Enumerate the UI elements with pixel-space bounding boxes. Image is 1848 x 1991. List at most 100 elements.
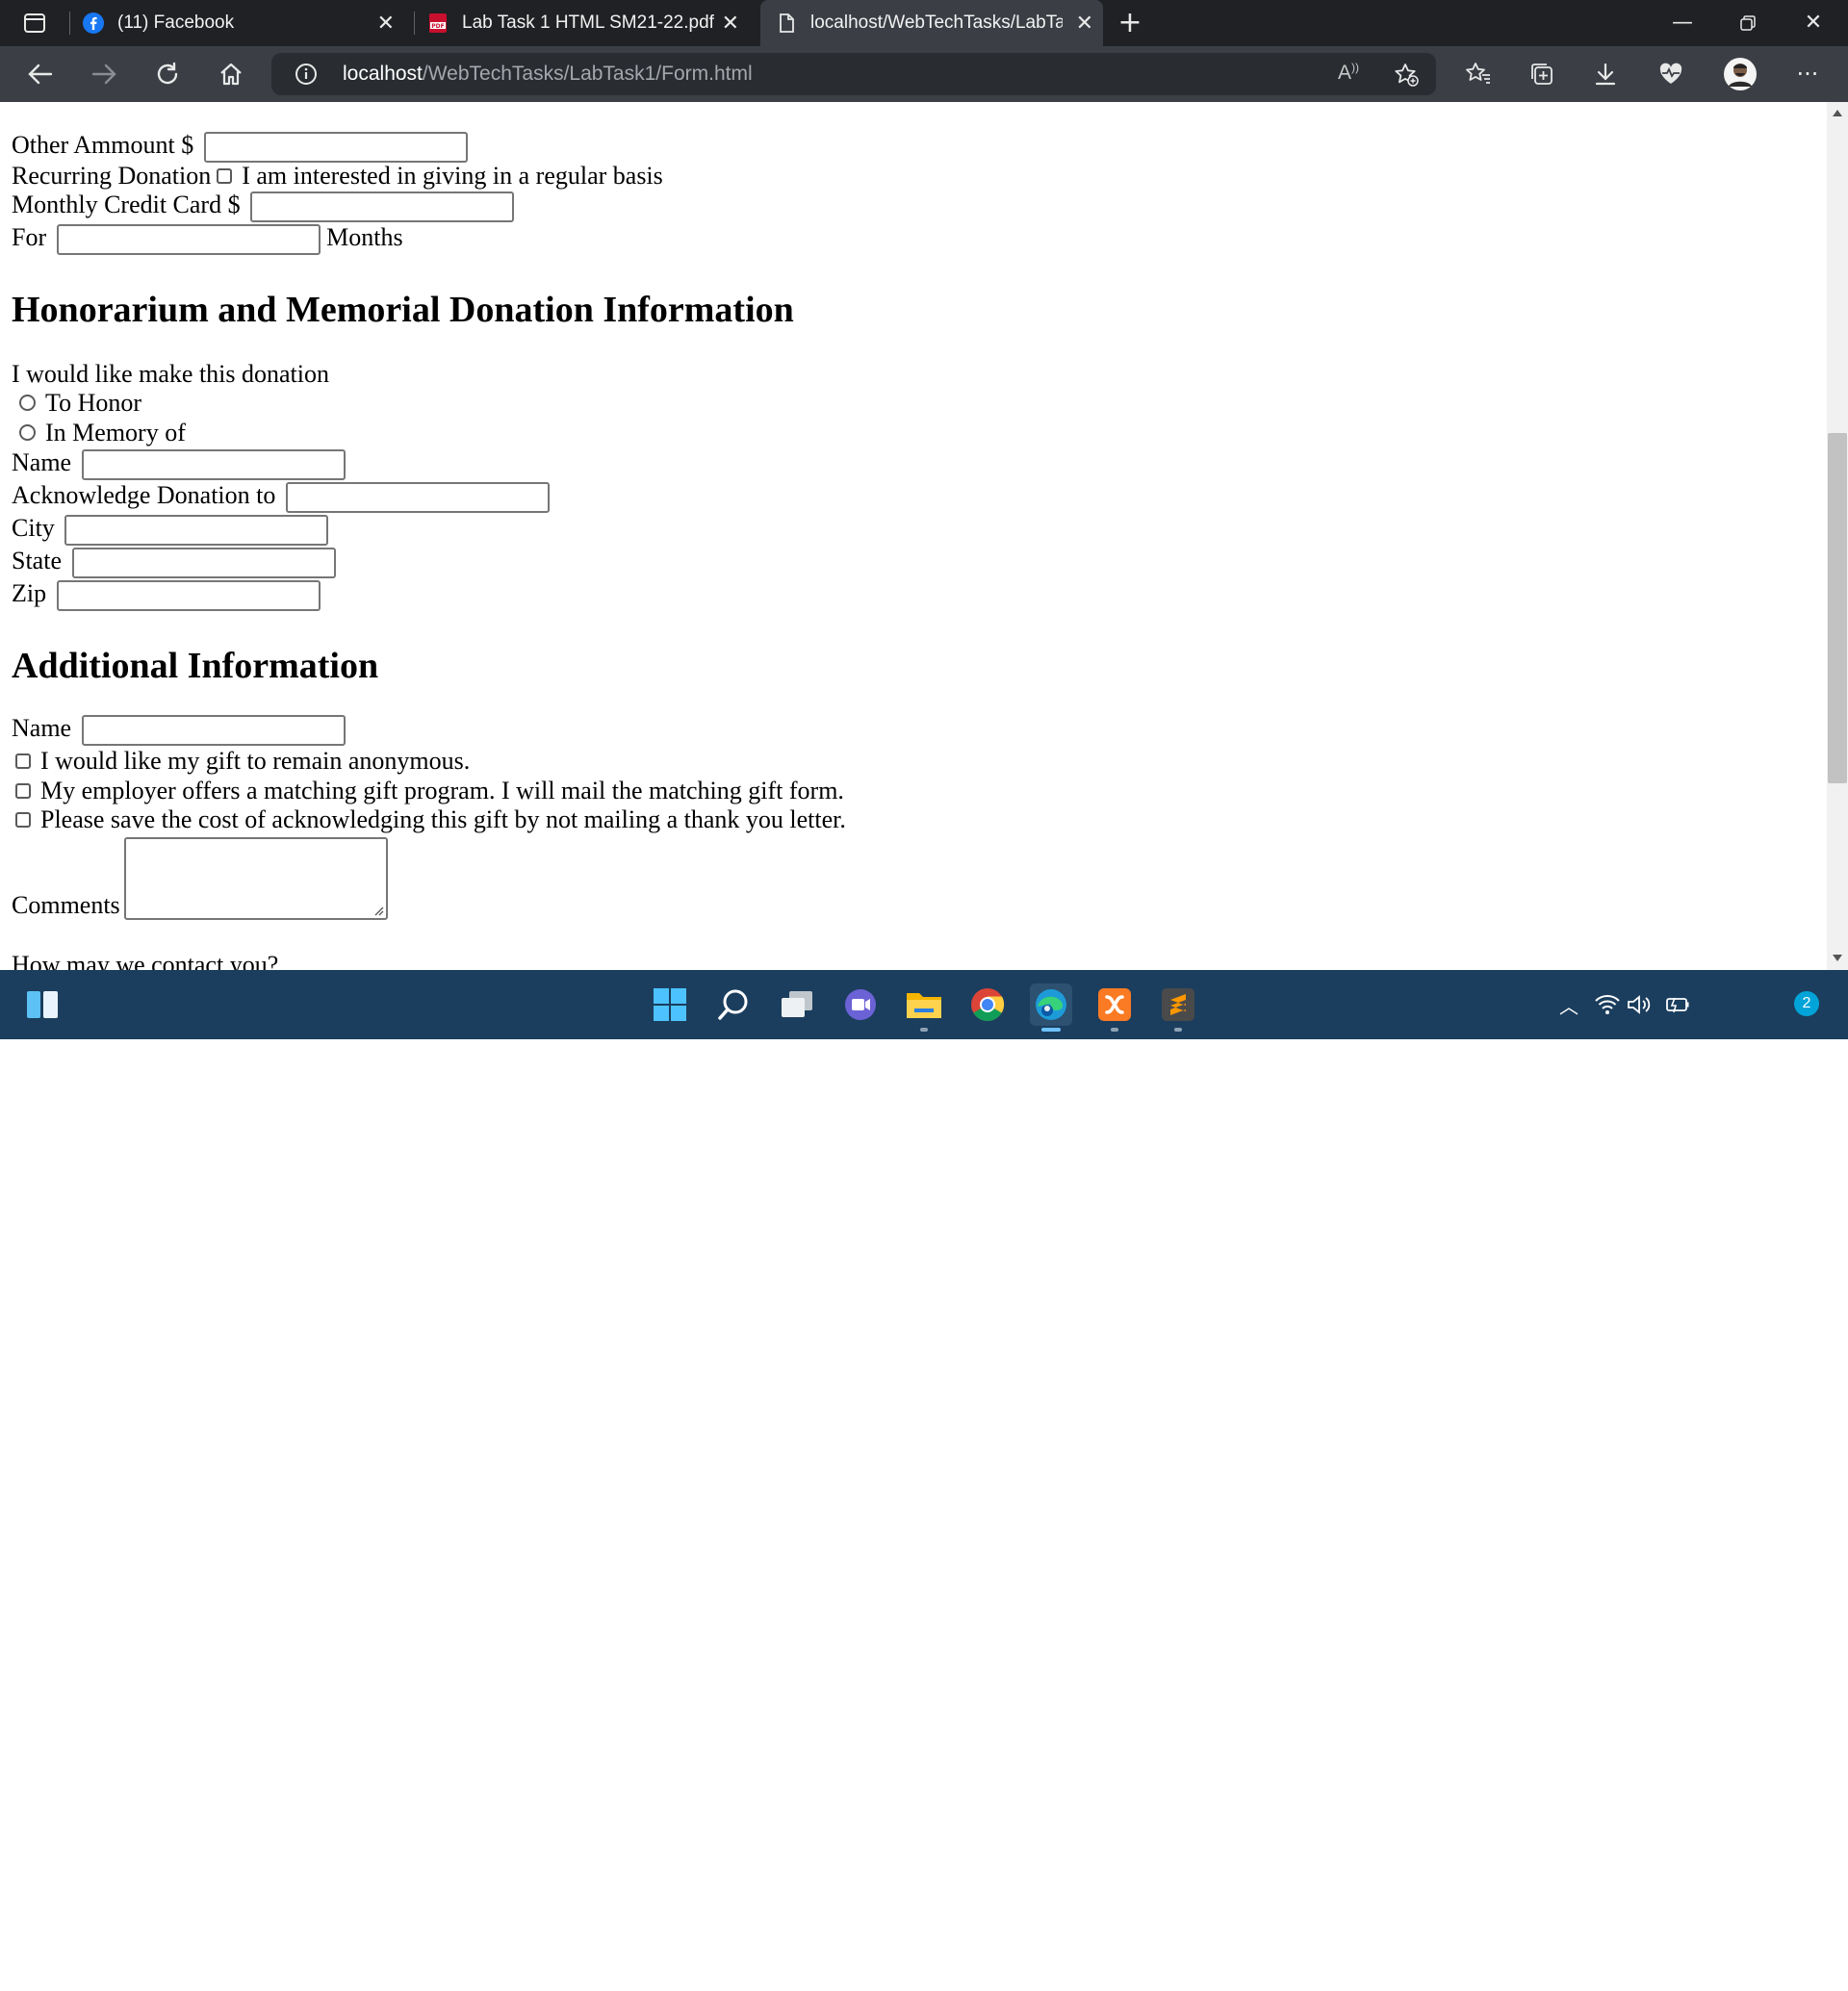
to-honor-row: To Honor (12, 389, 141, 418)
tab-bar: (11) Facebook ✕ PDF Lab Task 1 HTML SM21… (0, 0, 1848, 46)
site-info-icon[interactable] (295, 63, 318, 86)
minimize-icon[interactable]: — (1663, 8, 1702, 38)
months-input[interactable] (56, 224, 321, 256)
chrome-icon[interactable] (966, 983, 1009, 1026)
monthly-row: Monthly Credit Card $ (12, 191, 515, 223)
refresh-icon[interactable] (148, 57, 187, 91)
tab-title: localhost/WebTechTasks/LabTask (810, 13, 1063, 33)
tab-title: (11) Facebook (117, 13, 235, 33)
in-memory-label: In Memory of (45, 419, 186, 447)
comments-label: Comments (12, 891, 120, 919)
to-honor-radio[interactable] (19, 394, 36, 411)
honor-name-row: Name (12, 448, 346, 481)
comments-row: Comments (12, 837, 388, 920)
widgets-icon[interactable] (21, 983, 64, 1026)
additional-info-heading: Additional Information (12, 646, 379, 686)
tab-actions-icon[interactable] (15, 6, 54, 40)
close-tab-icon[interactable]: ✕ (377, 12, 395, 35)
running-indicator (1111, 1028, 1118, 1032)
honor-name-label: Name (12, 448, 72, 476)
comments-textarea[interactable] (123, 837, 388, 920)
downloads-icon[interactable] (1586, 57, 1625, 91)
for-label: For (12, 223, 47, 251)
task-view-icon[interactable] (776, 983, 818, 1026)
scroll-up-icon[interactable] (1833, 110, 1842, 116)
show-hidden-icons-icon[interactable]: ︿ (1548, 983, 1590, 1026)
tab-facebook[interactable]: (11) Facebook ✕ (83, 0, 404, 46)
monthly-amount-input[interactable] (250, 191, 515, 223)
navigation-bar: localhost/WebTechTasks/LabTask1/Form.htm… (0, 46, 1848, 103)
running-indicator (920, 1028, 928, 1032)
battery-icon[interactable] (1656, 983, 1698, 1026)
read-aloud-icon[interactable]: A)) (1338, 61, 1359, 85)
search-icon[interactable] (712, 983, 755, 1026)
file-explorer-icon[interactable] (903, 983, 945, 1026)
close-tab-icon[interactable]: ✕ (722, 12, 739, 35)
scroll-down-icon[interactable] (1833, 955, 1842, 961)
more-options-icon[interactable]: ··· (1788, 57, 1827, 91)
recurring-checkbox[interactable] (217, 168, 233, 185)
in-memory-row: In Memory of (12, 419, 186, 447)
additional-name-row: Name (12, 714, 346, 747)
pdf-icon: PDF (429, 13, 447, 33)
teams-chat-icon[interactable] (839, 983, 882, 1026)
url-text[interactable]: localhost/WebTechTasks/LabTask1/Form.htm… (343, 53, 753, 95)
anonymous-row: I would like my gift to remain anonymous… (12, 747, 470, 776)
acknowledge-row: Acknowledge Donation to (12, 481, 550, 514)
employer-checkbox[interactable] (15, 783, 31, 800)
close-window-icon[interactable]: ✕ (1794, 8, 1833, 38)
active-indicator (1041, 1028, 1061, 1032)
xampp-icon[interactable] (1093, 983, 1136, 1026)
other-amount-input[interactable] (203, 132, 468, 164)
tab-pdf[interactable]: PDF Lab Task 1 HTML SM21-22.pdf ✕ (427, 0, 749, 46)
profile-avatar[interactable] (1721, 57, 1759, 91)
contact-prompt: How may we contact you? (12, 951, 279, 970)
address-bar[interactable]: localhost/WebTechTasks/LabTask1/Form.htm… (271, 53, 1436, 95)
other-amount-row: Other Ammount $ (12, 131, 468, 164)
browser-essentials-icon[interactable] (1652, 57, 1690, 91)
new-tab-button[interactable]: + (1111, 8, 1149, 38)
add-favorite-icon[interactable] (1394, 63, 1419, 88)
additional-name-input[interactable] (81, 715, 346, 747)
restore-icon[interactable] (1729, 8, 1767, 38)
tab-localhost[interactable]: localhost/WebTechTasks/LabTask ✕ (760, 0, 1103, 46)
close-tab-icon[interactable]: ✕ (1076, 12, 1093, 35)
honor-name-input[interactable] (81, 449, 346, 481)
employer-label: My employer offers a matching gift progr… (40, 777, 844, 804)
url-host: localhost (343, 63, 423, 85)
state-input[interactable] (71, 548, 336, 579)
zip-input[interactable] (56, 580, 321, 612)
other-amount-label: Other Ammount $ (12, 131, 194, 159)
monthly-label: Monthly Credit Card $ (12, 191, 241, 218)
vertical-scrollbar[interactable] (1827, 102, 1848, 970)
running-indicator (1174, 1028, 1182, 1032)
donation-prompt: I would like make this donation (12, 360, 330, 388)
anonymous-checkbox[interactable] (15, 753, 31, 770)
state-row: State (12, 547, 336, 579)
edge-icon[interactable] (1030, 983, 1072, 1026)
page-icon (780, 13, 794, 33)
additional-name-label: Name (12, 714, 72, 742)
recurring-label: Recurring Donation (12, 162, 212, 190)
save-cost-checkbox[interactable] (15, 812, 31, 829)
city-input[interactable] (64, 515, 329, 547)
clock-date[interactable]: 6/5/2022 (1700, 1971, 1806, 1991)
forward-icon[interactable] (85, 57, 123, 91)
home-icon[interactable] (212, 57, 250, 91)
clock-time[interactable]: 2:33 AM (1700, 1944, 1806, 1964)
recurring-checkbox-label: I am interested in giving in a regular b… (242, 162, 663, 190)
resize-grip-icon[interactable] (372, 905, 384, 916)
collections-icon[interactable] (1523, 57, 1561, 91)
to-honor-label: To Honor (45, 389, 142, 417)
scrollbar-thumb[interactable] (1828, 433, 1847, 783)
notification-badge[interactable]: 2 (1794, 991, 1819, 1016)
favorites-icon[interactable] (1459, 57, 1498, 91)
in-memory-radio[interactable] (19, 423, 36, 441)
acknowledge-input[interactable] (285, 482, 550, 514)
zip-row: Zip (12, 579, 321, 612)
back-icon[interactable] (21, 57, 60, 91)
sublime-text-icon[interactable] (1157, 983, 1199, 1026)
anonymous-label: I would like my gift to remain anonymous… (40, 747, 471, 775)
tab-title: Lab Task 1 HTML SM21-22.pdf (462, 13, 714, 33)
windows-start-icon[interactable] (649, 983, 691, 1026)
